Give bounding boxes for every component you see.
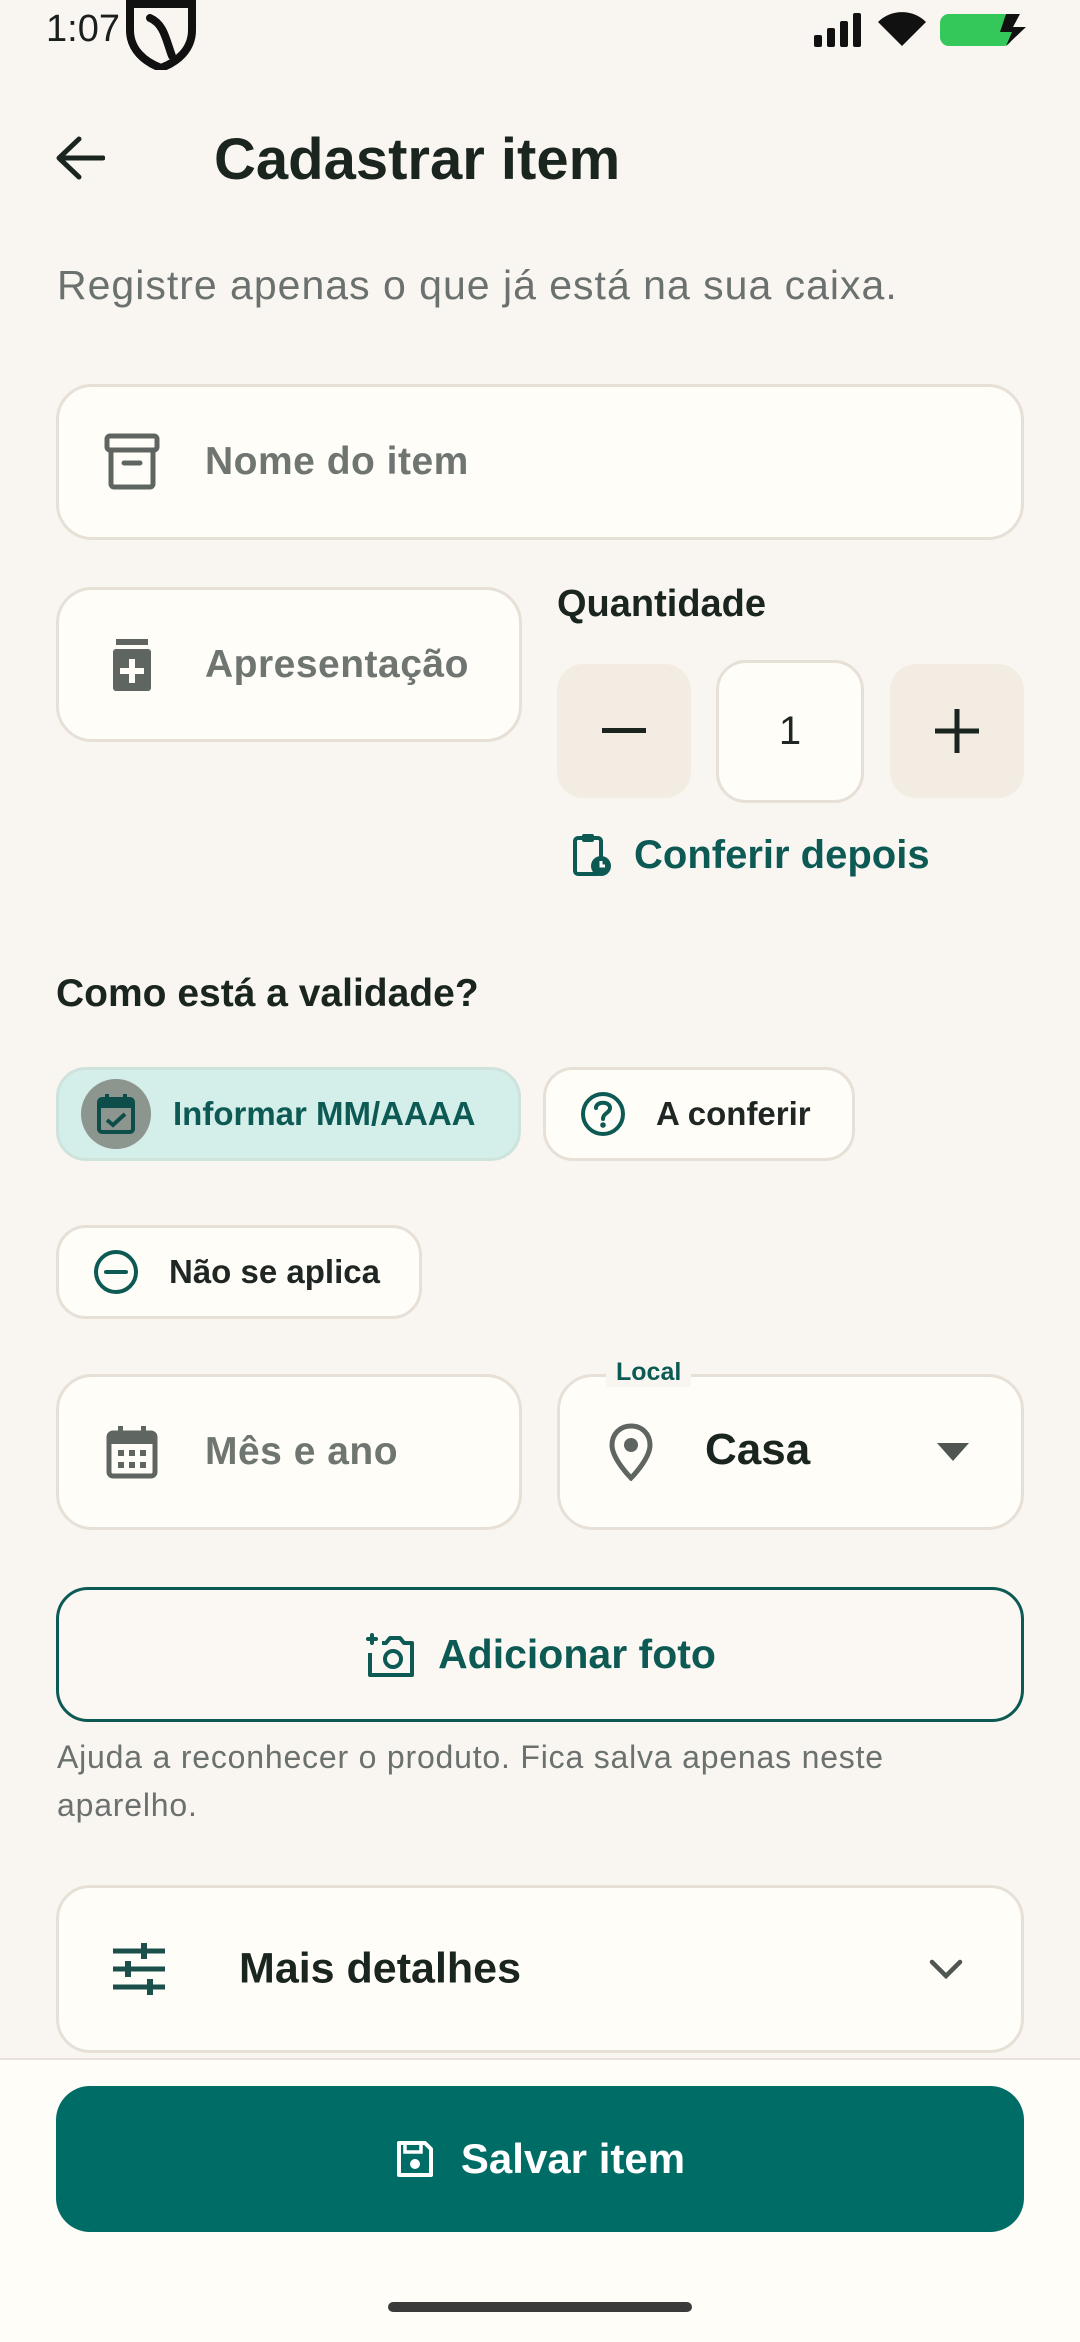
item-name-input[interactable]: Nome do item <box>56 384 1024 540</box>
archive-box-icon <box>97 427 167 497</box>
page-subtitle: Registre apenas o que já está na sua cai… <box>57 262 898 308</box>
medicine-box-icon <box>97 630 167 700</box>
quantity-increase-button[interactable] <box>890 664 1024 798</box>
local-value: Casa <box>705 1425 811 1474</box>
signal-icon <box>814 13 864 52</box>
quantity-label: Quantidade <box>557 583 767 625</box>
photo-help-text: Ajuda a reconhecer o produto. Fica salva… <box>57 1739 884 1823</box>
validity-option-to-check[interactable]: A conferir <box>543 1067 855 1161</box>
status-icons <box>814 12 1030 53</box>
back-button[interactable] <box>40 118 120 198</box>
save-item-label: Salvar item <box>460 2135 686 2182</box>
validity-title: Como está a validade? <box>56 972 479 1015</box>
add-photo-icon <box>366 1632 415 1677</box>
presentation-placeholder: Apresentação <box>205 642 469 686</box>
quantity-value[interactable]: 1 <box>716 660 864 803</box>
battery-charging-icon <box>940 12 1030 53</box>
chevron-down-icon <box>929 1959 963 1979</box>
clipboard-clock-icon <box>573 834 611 876</box>
add-photo-button[interactable]: Adicionar foto <box>56 1587 1024 1722</box>
minus-circle-icon <box>93 1249 139 1295</box>
location-pin-icon <box>596 1417 666 1487</box>
dropdown-arrow-icon <box>937 1443 969 1461</box>
item-name-placeholder: Nome do item <box>205 440 469 483</box>
check-later-label: Conferir depois <box>634 832 930 877</box>
calendar-icon <box>97 1417 167 1487</box>
save-icon <box>396 2141 433 2177</box>
save-item-button[interactable]: Salvar item <box>56 2086 1024 2232</box>
question-circle-icon <box>580 1091 626 1137</box>
shield-app-icon <box>122 0 200 73</box>
page-title: Cadastrar item <box>214 127 621 192</box>
check-later-button[interactable]: Conferir depois <box>572 832 930 878</box>
status-time: 1:07 <box>46 8 120 50</box>
month-year-input[interactable]: Mês e ano <box>56 1374 522 1530</box>
sliders-icon <box>111 1943 167 1995</box>
wifi-icon <box>878 12 926 53</box>
validity-option-to-check-label: A conferir <box>656 1095 811 1132</box>
minus-icon <box>602 728 646 733</box>
home-indicator[interactable] <box>388 2302 692 2312</box>
calendar-check-icon <box>81 1079 151 1149</box>
quantity-decrease-button[interactable] <box>557 664 691 798</box>
validity-option-not-applicable-label: Não se aplica <box>169 1253 380 1290</box>
add-photo-label: Adicionar foto <box>438 1631 716 1677</box>
plus-icon <box>935 709 979 753</box>
validity-option-month-year[interactable]: Informar MM/AAAA <box>56 1067 521 1161</box>
more-details-label: Mais detalhes <box>239 1944 521 1993</box>
month-year-placeholder: Mês e ano <box>205 1430 399 1473</box>
presentation-input[interactable]: Apresentação <box>56 587 522 742</box>
validity-option-not-applicable[interactable]: Não se aplica <box>56 1225 422 1319</box>
arrow-left-icon <box>56 136 105 180</box>
validity-option-month-year-label: Informar MM/AAAA <box>173 1095 476 1132</box>
local-label: Local <box>606 1358 692 1387</box>
more-details-toggle[interactable]: Mais detalhes <box>56 1885 1024 2053</box>
